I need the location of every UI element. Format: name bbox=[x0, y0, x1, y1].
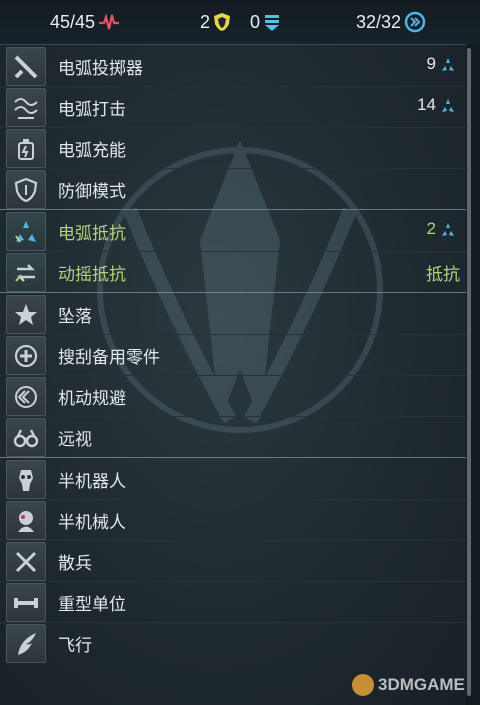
trait-label: 机动规避 bbox=[58, 389, 126, 409]
defense-mode-icon bbox=[6, 170, 46, 209]
evasion-icon bbox=[6, 377, 46, 416]
trait-label: 半机械人 bbox=[58, 513, 126, 533]
action-points-icon bbox=[404, 11, 426, 33]
fall-icon bbox=[6, 295, 46, 334]
shield-stat: 0 bbox=[250, 10, 281, 34]
stagger-resist-icon bbox=[6, 253, 46, 292]
trait-value: 14 bbox=[417, 95, 436, 114]
health-value: 45/45 bbox=[50, 11, 96, 32]
shield-value: 0 bbox=[250, 11, 261, 32]
trait-row-arc-resist[interactable]: 电弧抵抗 2 bbox=[0, 210, 466, 251]
trait-label: 坠落 bbox=[58, 307, 92, 327]
trait-value: 抵抗 bbox=[426, 265, 460, 284]
trait-row-heavy-unit[interactable]: 重型单位 bbox=[0, 581, 466, 622]
arc-thrower-icon bbox=[6, 47, 46, 86]
armor-stat: 2 bbox=[200, 10, 231, 34]
trait-row-android[interactable]: 半机械人 bbox=[0, 499, 466, 540]
arc-strike-icon bbox=[6, 88, 46, 127]
arc-resist-icon bbox=[442, 223, 454, 236]
trait-label: 电弧投掷器 bbox=[58, 59, 143, 79]
heavy-unit-icon bbox=[6, 583, 46, 622]
arc-resist-icon bbox=[442, 99, 454, 112]
trait-label: 动摇抵抗 bbox=[58, 265, 126, 285]
binoculars-icon bbox=[6, 418, 46, 457]
trait-row-defense-mode[interactable]: 防御模式 bbox=[0, 168, 466, 209]
trait-row-scavenge-parts[interactable]: 搜刮备用零件 bbox=[0, 334, 466, 375]
health-stat: 45/45 bbox=[50, 10, 120, 34]
site-watermark: 3DMGAME bbox=[352, 674, 465, 696]
watermark-logo-icon bbox=[352, 674, 374, 696]
armor-shield-icon bbox=[214, 13, 231, 31]
flight-icon bbox=[6, 624, 46, 663]
arc-charge-icon bbox=[6, 129, 46, 168]
trait-label: 电弧打击 bbox=[58, 100, 126, 120]
trait-label: 电弧充能 bbox=[58, 141, 126, 161]
arc-resist-icon bbox=[6, 212, 46, 251]
trait-label: 防御模式 bbox=[58, 182, 126, 202]
trait-label: 搜刮备用零件 bbox=[58, 348, 160, 368]
trait-row-arc-strike[interactable]: 电弧打击 14 bbox=[0, 86, 466, 127]
trait-row-stagger-resist[interactable]: 动摇抵抗 抵抗 bbox=[0, 251, 466, 292]
trait-label: 飞行 bbox=[58, 636, 92, 656]
heartbeat-icon bbox=[99, 13, 120, 30]
unit-stat-bar: 45/45 2 0 32/32 bbox=[0, 0, 480, 45]
trait-row-arc-charge[interactable]: 电弧充能 bbox=[0, 127, 466, 168]
armor-value: 2 bbox=[200, 11, 211, 32]
trait-row-fall[interactable]: 坠落 bbox=[0, 293, 466, 334]
android-icon bbox=[6, 501, 46, 540]
scrollbar-thumb[interactable] bbox=[467, 48, 471, 696]
unit-traits-panel: 45/45 2 0 32/32 电弧投掷器 9 电弧打击 14 电弧充能 防御模… bbox=[0, 0, 480, 705]
trait-row-skirmisher[interactable]: 散兵 bbox=[0, 540, 466, 581]
trait-value: 2 bbox=[426, 219, 436, 238]
trait-label: 半机器人 bbox=[58, 472, 126, 492]
trait-row-arc-thrower[interactable]: 电弧投掷器 9 bbox=[0, 45, 466, 86]
cooldown-stat: 32/32 bbox=[356, 10, 426, 34]
trait-row-far-sight[interactable]: 远视 bbox=[0, 416, 466, 457]
trait-row-cyborg[interactable]: 半机器人 bbox=[0, 458, 466, 499]
scavenge-parts-icon bbox=[6, 336, 46, 375]
trait-label: 重型单位 bbox=[58, 595, 126, 615]
cooldown-value: 32/32 bbox=[356, 11, 402, 32]
trait-label: 远视 bbox=[58, 430, 92, 450]
skirmisher-icon bbox=[6, 542, 46, 581]
arc-resist-icon bbox=[442, 58, 454, 71]
watermark-text: 3DMGAME bbox=[378, 675, 465, 694]
trait-row-flight[interactable]: 飞行 bbox=[0, 622, 466, 663]
trait-value: 9 bbox=[426, 54, 436, 73]
trait-row-evasion[interactable]: 机动规避 bbox=[0, 375, 466, 416]
trait-label: 散兵 bbox=[58, 554, 92, 574]
trait-label: 电弧抵抗 bbox=[58, 224, 126, 244]
shield-stack-icon bbox=[265, 15, 280, 31]
cyborg-icon bbox=[6, 460, 46, 499]
